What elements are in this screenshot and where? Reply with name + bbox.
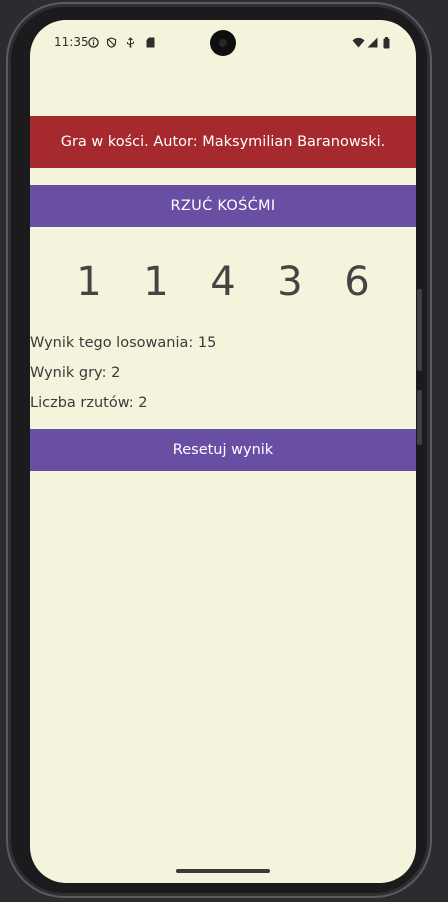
status-time: 11:35	[54, 35, 89, 49]
reset-score-button[interactable]: Resetuj wynik	[30, 429, 416, 471]
battery-icon	[383, 37, 390, 49]
roll-dice-button[interactable]: RZUĆ KOŚĆMI	[30, 185, 416, 227]
die-3: 4	[210, 259, 236, 305]
header-title: Gra w kości. Autor: Maksymilian Baranows…	[60, 134, 386, 150]
die-2: 1	[143, 259, 169, 305]
sd-card-icon	[146, 37, 155, 48]
volume-button	[417, 289, 422, 371]
die-1: 1	[76, 259, 102, 305]
game-score-label: Wynik gry: 2	[30, 365, 121, 381]
app-screen: 11:35 Gra w kości. Autor: Maksymilian Ba…	[30, 20, 416, 883]
die-4: 3	[277, 259, 303, 305]
die-5: 6	[344, 259, 370, 305]
roll-count-label: Liczba rzutów: 2	[30, 395, 148, 411]
usb-icon	[127, 37, 134, 48]
info-icon	[88, 37, 99, 48]
front-camera	[210, 30, 236, 56]
signal-icon	[367, 37, 378, 48]
round-score-label: Wynik tego losowania: 15	[30, 335, 217, 351]
status-bar: 11:35	[30, 20, 416, 64]
wifi-icon	[352, 37, 365, 48]
shield-icon	[106, 37, 117, 48]
power-button	[417, 390, 422, 445]
gesture-navigation-bar[interactable]	[176, 869, 270, 873]
app-header-banner: Gra w kości. Autor: Maksymilian Baranows…	[30, 116, 416, 168]
